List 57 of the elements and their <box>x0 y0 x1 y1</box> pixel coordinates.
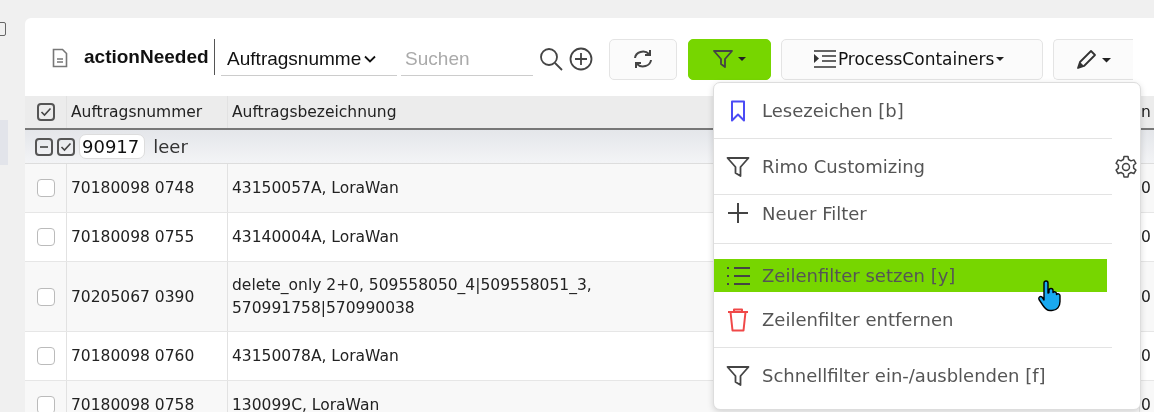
table-cell: 0 <box>1141 179 1151 197</box>
filter-icon <box>712 49 747 69</box>
refresh-icon <box>632 49 655 69</box>
menu-item[interactable]: Lesezeichen [b] <box>714 83 1140 138</box>
table-cell: 70205067 0390 <box>71 287 195 306</box>
group-label: leer <box>153 136 188 157</box>
table-cell: 0 <box>1141 228 1151 246</box>
menu-item[interactable]: Zeilenfilter entfernen <box>714 292 1140 347</box>
filter-icon <box>726 155 750 178</box>
chevron-down-icon <box>364 54 377 63</box>
table-cell: 70180098 0755 <box>71 228 195 246</box>
group-key: 90917 <box>79 134 146 159</box>
table-cell: 0 <box>1141 347 1151 365</box>
bookmark-icon <box>730 99 746 122</box>
search-icon[interactable] <box>539 47 564 71</box>
select-all-checkbox[interactable] <box>36 103 55 121</box>
table-cell-text: 43150078A, LoraWan <box>232 345 399 367</box>
group-checkbox[interactable] <box>57 137 75 156</box>
filter-icon <box>726 364 750 387</box>
row-checkbox[interactable] <box>36 228 55 246</box>
table-cell: 0 <box>1141 396 1151 412</box>
list-icon <box>726 265 750 286</box>
row-checkbox[interactable] <box>36 287 55 306</box>
table-cell: 70180098 0760 <box>71 347 195 365</box>
menu-item[interactable]: Neuer Filter <box>714 195 1140 231</box>
filter-button[interactable] <box>688 38 772 80</box>
view-title: actionNeeded <box>84 46 209 68</box>
collapse-icon[interactable] <box>35 137 53 156</box>
table-cell-text: 130099C, LoraWan <box>232 394 380 412</box>
table-cell: 70180098 0758 <box>71 396 195 412</box>
settings-icon[interactable] <box>1114 154 1138 179</box>
row-checkbox[interactable] <box>36 179 55 197</box>
column-select[interactable]: Auftragsnumme <box>221 42 398 76</box>
trash-icon <box>727 307 749 332</box>
plus-icon <box>727 202 749 224</box>
add-icon[interactable] <box>569 47 594 71</box>
table-cell-text: 43150057A, LoraWan <box>232 177 399 199</box>
checkmark-icon <box>60 141 72 152</box>
column-header[interactable]: n <box>1141 103 1151 121</box>
table-cell: 0 <box>1141 287 1151 306</box>
document-icon <box>52 48 68 68</box>
table-cell: 70180098 0748 <box>71 179 195 197</box>
indent-icon <box>812 49 837 69</box>
row-checkbox[interactable] <box>36 347 55 365</box>
menu-item[interactable]: Rimo Customizing <box>714 139 1140 194</box>
edit-button[interactable] <box>1053 38 1134 80</box>
process-containers-button[interactable]: ProcessContainers <box>781 38 1044 80</box>
caret-icon <box>995 56 1006 62</box>
checkmark-icon <box>39 107 52 117</box>
table-cell-text: 43140004A, LoraWan <box>232 226 399 248</box>
column-header[interactable]: Auftragsbezeichnung <box>232 103 397 121</box>
row-checkbox[interactable] <box>36 396 55 412</box>
hand-cursor-icon <box>1037 280 1061 312</box>
column-header[interactable]: Auftragsnummer <box>71 103 203 121</box>
menu-item[interactable]: Schnellfilter ein-/ausblenden [f] <box>714 348 1140 403</box>
refresh-button[interactable] <box>609 38 678 80</box>
table-cell-text: delete_only 2+0, 509558050_4|509558051_3, 570991758|570990038 <box>232 275 593 319</box>
